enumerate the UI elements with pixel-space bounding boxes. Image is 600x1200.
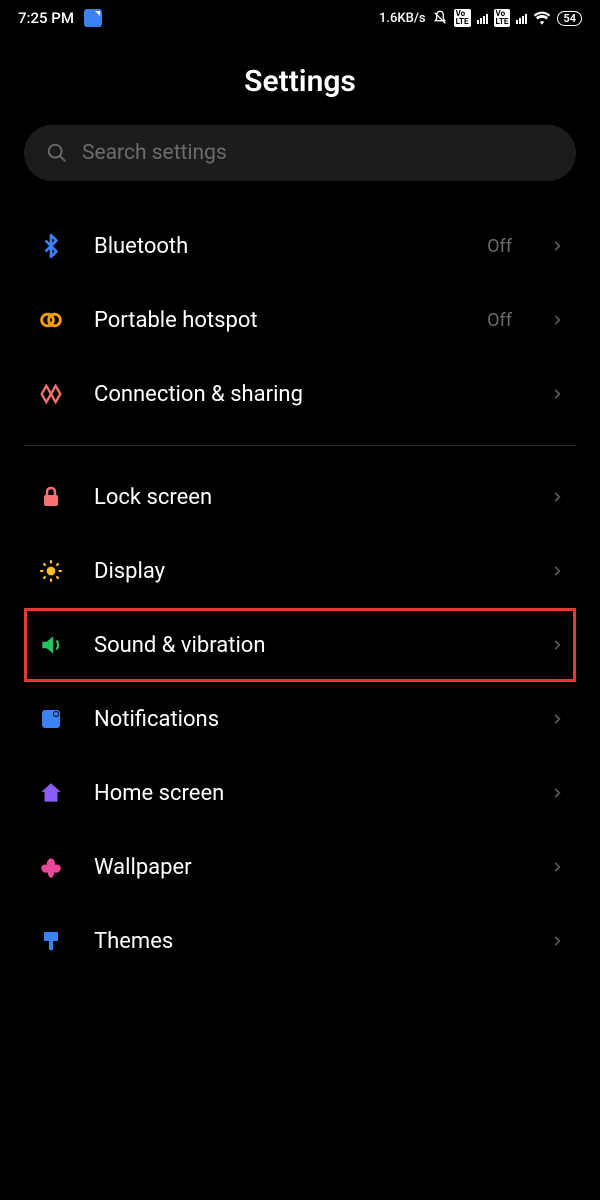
item-label: Home screen: [94, 781, 522, 806]
settings-item-themes[interactable]: Themes: [24, 904, 576, 978]
item-label: Display: [94, 559, 522, 584]
divider: [24, 445, 576, 446]
chevron-right-icon: [550, 490, 564, 504]
bluetooth-icon: [36, 231, 66, 261]
settings-item-connection[interactable]: Connection & sharing: [24, 357, 576, 431]
brush-icon: [36, 926, 66, 956]
settings-item-lock[interactable]: Lock screen: [24, 460, 576, 534]
settings-item-hotspot[interactable]: Portable hotspot Off: [24, 283, 576, 357]
sun-icon: [36, 556, 66, 586]
home-icon: [36, 778, 66, 808]
speaker-icon: [36, 630, 66, 660]
volte-icon-2: VoLTE: [494, 9, 511, 27]
settings-item-wallpaper[interactable]: Wallpaper: [24, 830, 576, 904]
signal-icon-2: [516, 12, 527, 24]
search-input[interactable]: Search settings: [24, 125, 576, 181]
chevron-right-icon: [550, 239, 564, 253]
item-status: Off: [487, 310, 512, 331]
item-label: Portable hotspot: [94, 308, 459, 333]
item-label: Lock screen: [94, 485, 522, 510]
signal-icon-1: [477, 12, 488, 24]
settings-list: Bluetooth Off Portable hotspot Off Connectio…: [0, 209, 600, 978]
settings-item-notifications[interactable]: Notifications: [24, 682, 576, 756]
lock-icon: [36, 482, 66, 512]
volte-icon-1: VoLTE: [454, 9, 471, 27]
app-indicator-icon: [84, 9, 102, 27]
search-placeholder: Search settings: [82, 141, 227, 165]
search-icon: [46, 142, 68, 164]
chevron-right-icon: [550, 786, 564, 800]
item-label: Wallpaper: [94, 855, 522, 880]
settings-item-sound[interactable]: Sound & vibration: [24, 608, 576, 682]
settings-item-home[interactable]: Home screen: [24, 756, 576, 830]
chevron-right-icon: [550, 638, 564, 652]
battery-indicator: 54: [557, 11, 582, 26]
item-label: Connection & sharing: [94, 382, 522, 407]
dnd-icon: [432, 10, 448, 26]
item-status: Off: [487, 236, 512, 257]
chevron-right-icon: [550, 387, 564, 401]
settings-item-display[interactable]: Display: [24, 534, 576, 608]
data-rate: 1.6KB/s: [379, 11, 426, 26]
chevron-right-icon: [550, 564, 564, 578]
status-time: 7:25 PM: [18, 9, 74, 27]
status-bar: 7:25 PM 1.6KB/s VoLTE VoLTE 54: [0, 0, 600, 36]
chevron-right-icon: [550, 860, 564, 874]
item-label: Notifications: [94, 707, 522, 732]
settings-item-bluetooth[interactable]: Bluetooth Off: [24, 209, 576, 283]
flower-icon: [36, 852, 66, 882]
page-title: Settings: [0, 36, 600, 125]
hotspot-icon: [36, 305, 66, 335]
wifi-icon: [533, 11, 551, 25]
item-label: Themes: [94, 929, 522, 954]
item-label: Bluetooth: [94, 234, 459, 259]
connection-icon: [36, 379, 66, 409]
chevron-right-icon: [550, 313, 564, 327]
chevron-right-icon: [550, 712, 564, 726]
chevron-right-icon: [550, 934, 564, 948]
item-label: Sound & vibration: [94, 633, 522, 658]
notification-icon: [36, 704, 66, 734]
